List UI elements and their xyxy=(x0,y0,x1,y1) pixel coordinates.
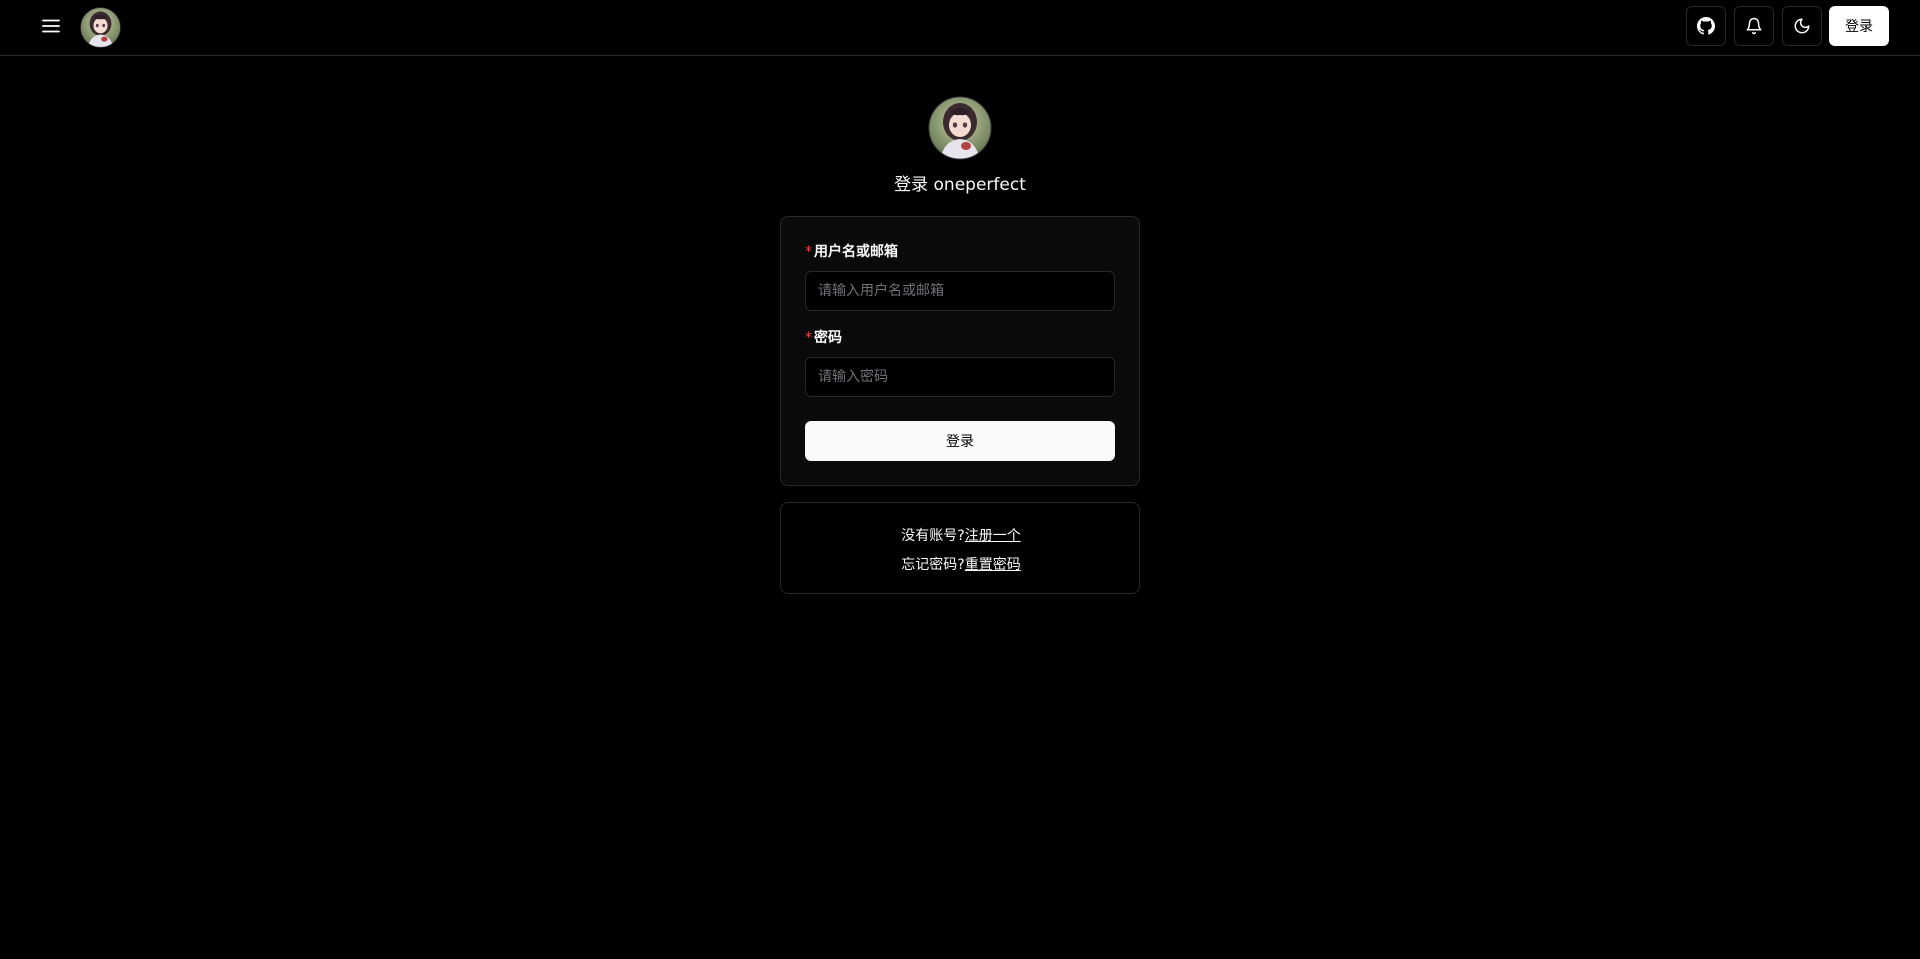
github-icon xyxy=(1697,17,1715,35)
username-label-text: 用户名或邮箱 xyxy=(814,244,898,260)
notifications-button[interactable] xyxy=(1734,6,1774,46)
login-submit-button[interactable]: 登录 xyxy=(805,421,1115,461)
password-label-text: 密码 xyxy=(814,330,842,346)
bell-icon xyxy=(1746,17,1762,35)
required-mark: * xyxy=(805,244,812,260)
login-form: *用户名或邮箱 *密码 登录 xyxy=(780,216,1140,486)
reset-password-link[interactable]: 重置密码 xyxy=(965,557,1021,573)
top-navigation-bar: 登录 xyxy=(0,0,1920,56)
password-label: * 密码 xyxy=(805,327,842,347)
required-mark: * xyxy=(805,330,812,346)
header-login-button[interactable]: 登录 xyxy=(1829,6,1889,46)
page-title: 登录 oneperfect xyxy=(894,175,1026,195)
github-button[interactable] xyxy=(1686,6,1726,46)
username-label: * 用户名或邮箱 xyxy=(805,241,898,261)
site-avatar xyxy=(928,96,992,160)
username-input[interactable] xyxy=(805,271,1115,311)
theme-toggle-button[interactable] xyxy=(1782,6,1822,46)
reset-line: 忘记密码?重置密码 xyxy=(781,554,1141,574)
register-line: 没有账号?注册一个 xyxy=(781,525,1141,545)
no-account-text: 没有账号? xyxy=(901,528,965,544)
forgot-password-text: 忘记密码? xyxy=(901,557,965,573)
hamburger-menu-icon[interactable] xyxy=(34,12,68,40)
avatar[interactable] xyxy=(80,7,121,48)
password-input[interactable] xyxy=(805,357,1115,397)
register-link[interactable]: 注册一个 xyxy=(965,528,1021,544)
moon-icon xyxy=(1794,18,1810,34)
account-links-card: 没有账号?注册一个 忘记密码?重置密码 xyxy=(780,502,1140,594)
